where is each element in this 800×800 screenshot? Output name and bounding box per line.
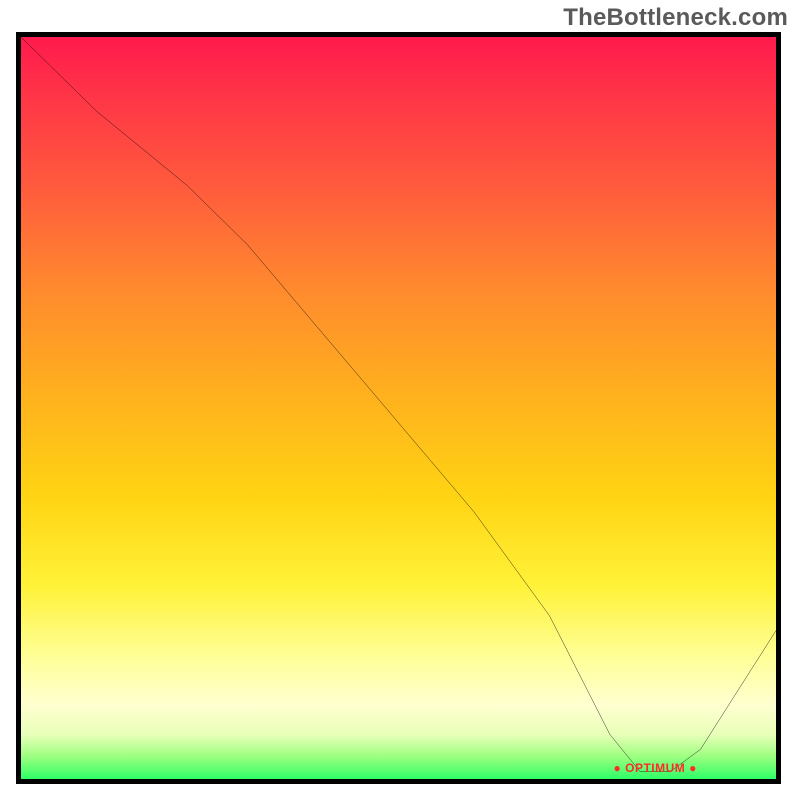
optimum-label: ● OPTIMUM ●	[614, 761, 697, 775]
bottleneck-curve	[21, 37, 776, 779]
chart-stage: TheBottleneck.com ● OPTIMUM ●	[0, 0, 800, 800]
plot-frame: ● OPTIMUM ●	[16, 32, 781, 784]
watermark-text: TheBottleneck.com	[563, 4, 788, 32]
